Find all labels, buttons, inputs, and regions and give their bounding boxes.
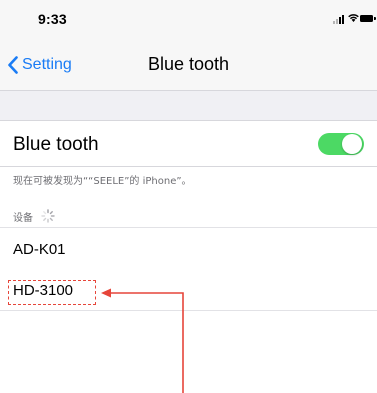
status-time: 9:33 [38, 11, 67, 27]
back-button[interactable]: Setting [8, 54, 72, 76]
devices-section-header: 设备 [13, 208, 55, 224]
back-label: Setting [22, 56, 72, 73]
bluetooth-toggle[interactable] [318, 133, 364, 155]
devices-header-label: 设备 [13, 212, 33, 224]
highlight-box [8, 280, 96, 305]
chevron-left-icon [8, 56, 18, 74]
wifi-icon [348, 14, 359, 22]
section-spacer [0, 91, 377, 121]
signal-icon [333, 15, 344, 24]
status-bar: 9:33 [0, 0, 377, 38]
battery-icon [360, 15, 376, 22]
discoverable-text: 现在可被发现为““SEELE”的 iPhone”。 [13, 176, 192, 187]
toggle-knob [342, 134, 362, 154]
bluetooth-label: Blue tooth [13, 134, 99, 155]
bluetooth-row: Blue tooth [0, 121, 377, 167]
loading-spinner-icon [41, 209, 55, 223]
device-row-ad-k01[interactable]: AD-K01 [0, 227, 377, 270]
device-name: AD-K01 [13, 241, 66, 258]
navigation-bar: Setting Blue tooth [0, 38, 377, 91]
page-title: Blue tooth [148, 54, 230, 74]
